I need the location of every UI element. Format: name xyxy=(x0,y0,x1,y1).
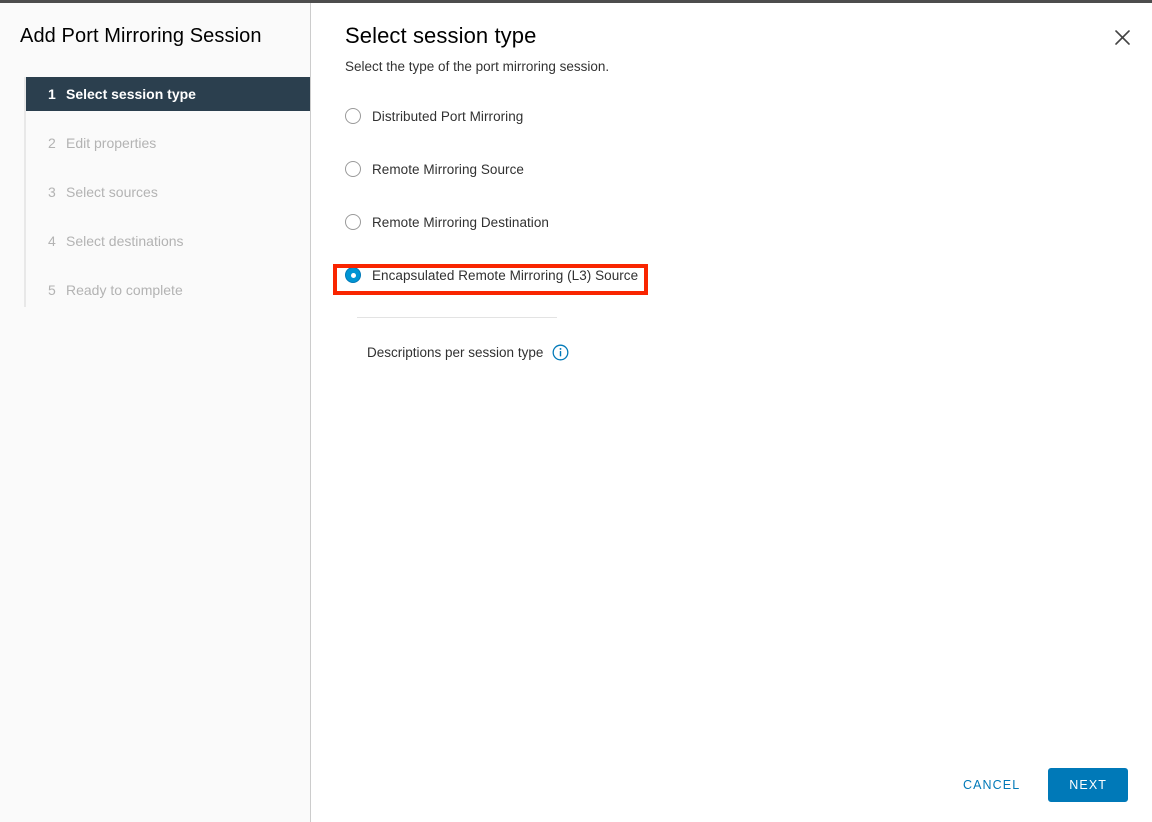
add-port-mirroring-wizard: Add Port Mirroring Session 1 Select sess… xyxy=(0,0,1152,822)
radio-option-distributed-port-mirroring[interactable]: Distributed Port Mirroring xyxy=(345,102,523,130)
descriptions-label: Descriptions per session type xyxy=(367,345,543,360)
step-number: 1 xyxy=(48,86,66,102)
radio-option-remote-mirroring-destination[interactable]: Remote Mirroring Destination xyxy=(345,208,549,236)
step-label: Select sources xyxy=(66,184,158,200)
radio-option-encapsulated-remote-mirroring-l3-source[interactable]: Encapsulated Remote Mirroring (L3) Sourc… xyxy=(345,261,638,289)
stepper-rail xyxy=(24,77,26,307)
step-number: 2 xyxy=(48,135,66,151)
next-button[interactable]: NEXT xyxy=(1048,768,1128,802)
cancel-button[interactable]: CANCEL xyxy=(947,768,1036,802)
main-content: Select session type Select the type of t… xyxy=(311,3,1152,361)
step-label: Edit properties xyxy=(66,135,156,151)
sidebar-step-select-session-type[interactable]: 1 Select session type xyxy=(24,77,310,111)
step-label: Select session type xyxy=(66,86,196,102)
radio-option-remote-mirroring-source[interactable]: Remote Mirroring Source xyxy=(345,155,524,183)
wizard-footer: CANCEL NEXT xyxy=(947,768,1128,802)
wizard-sidebar: Add Port Mirroring Session 1 Select sess… xyxy=(0,3,311,822)
step-number: 3 xyxy=(48,184,66,200)
wizard-title: Add Port Mirroring Session xyxy=(0,3,310,49)
step-label: Select destinations xyxy=(66,233,184,249)
radio-option-label: Distributed Port Mirroring xyxy=(372,109,523,124)
radio-option-label: Remote Mirroring Source xyxy=(372,162,524,177)
sidebar-step-edit-properties[interactable]: 2 Edit properties xyxy=(24,126,310,160)
wizard-main-panel: Select session type Select the type of t… xyxy=(311,3,1152,822)
sidebar-step-ready-to-complete[interactable]: 5 Ready to complete xyxy=(24,273,310,307)
info-circle-icon[interactable] xyxy=(552,344,569,361)
radio-icon xyxy=(345,214,361,230)
descriptions-row: Descriptions per session type xyxy=(367,344,1118,361)
sidebar-step-select-sources[interactable]: 3 Select sources xyxy=(24,175,310,209)
radio-option-label: Encapsulated Remote Mirroring (L3) Sourc… xyxy=(372,268,638,283)
step-number: 5 xyxy=(48,282,66,298)
step-label: Ready to complete xyxy=(66,282,183,298)
radio-icon-selected xyxy=(345,267,361,283)
section-divider xyxy=(357,317,557,318)
page-title: Select session type xyxy=(345,21,1118,51)
close-button[interactable] xyxy=(1108,23,1136,51)
session-type-radio-group: Distributed Port Mirroring Remote Mirror… xyxy=(345,102,1118,289)
page-subtitle: Select the type of the port mirroring se… xyxy=(345,58,1118,76)
sidebar-step-select-destinations[interactable]: 4 Select destinations xyxy=(24,224,310,258)
radio-option-label: Remote Mirroring Destination xyxy=(372,215,549,230)
step-number: 4 xyxy=(48,233,66,249)
close-icon xyxy=(1114,29,1131,46)
radio-icon xyxy=(345,161,361,177)
wizard-stepper: 1 Select session type 2 Edit properties … xyxy=(0,77,310,307)
radio-icon xyxy=(345,108,361,124)
